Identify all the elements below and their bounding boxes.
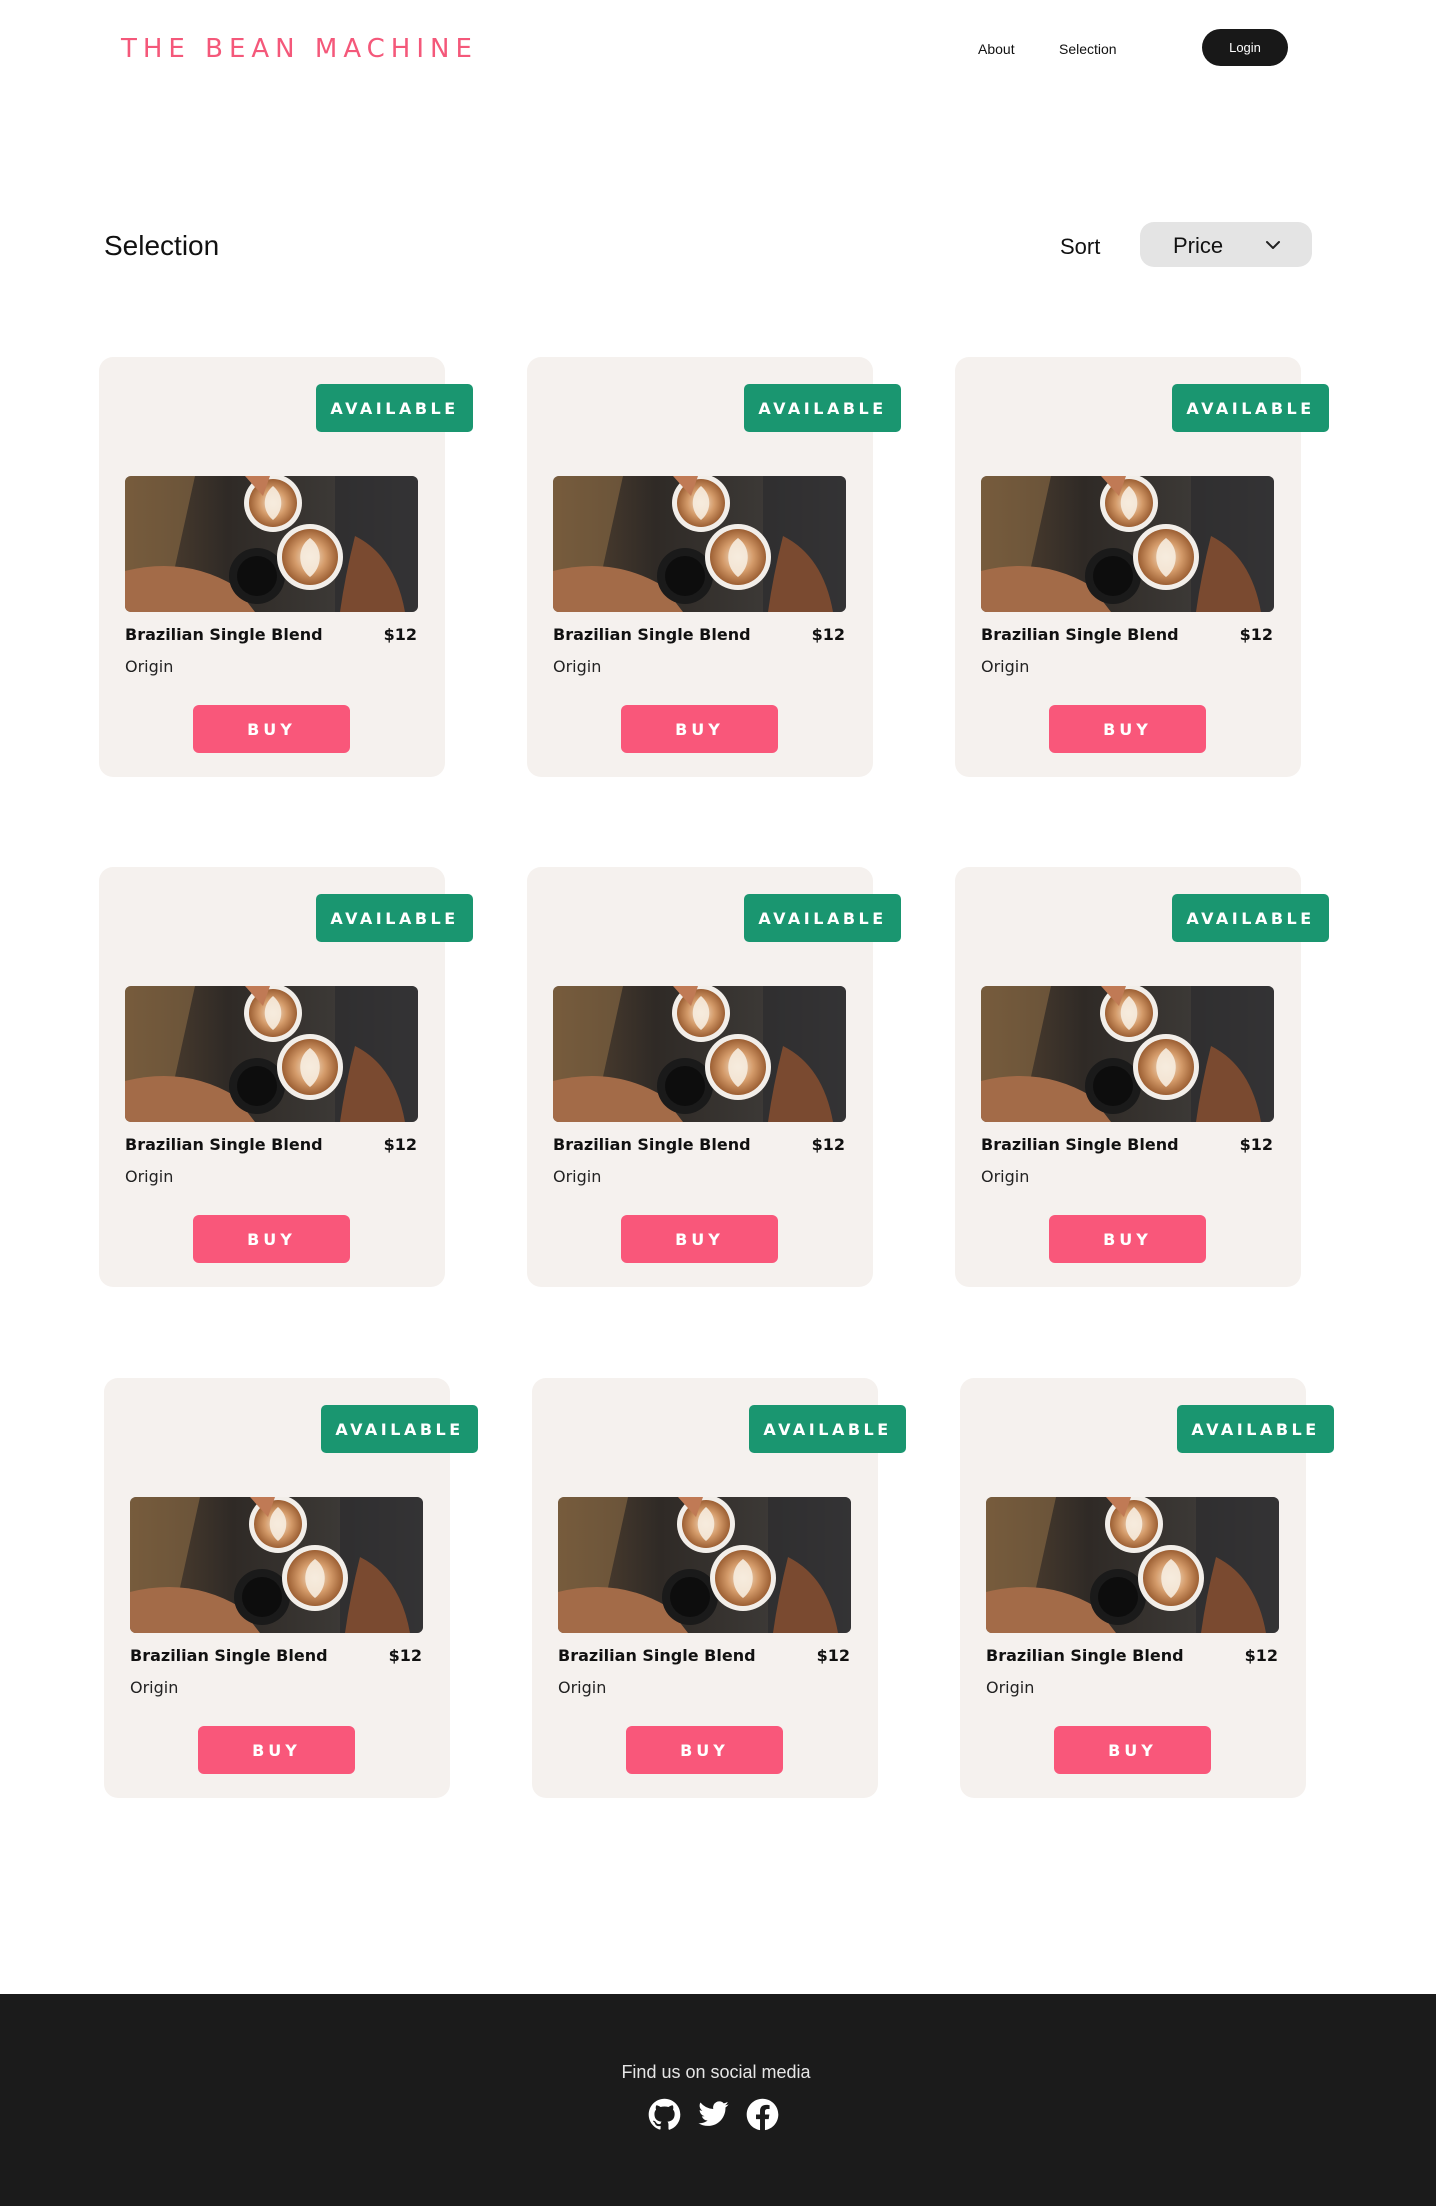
product-card: AVAILABLE Brazilian Single Blend $12 Ori… (527, 357, 901, 777)
product-image (125, 476, 418, 612)
buy-button[interactable]: BUY (193, 1215, 350, 1263)
buy-button[interactable]: BUY (1049, 705, 1206, 753)
product-card: AVAILABLE Brazilian Single Blend $12 Ori… (960, 1378, 1334, 1798)
site-footer: Find us on social media (0, 1994, 1436, 2206)
github-icon[interactable] (648, 2098, 681, 2131)
product-name: Brazilian Single Blend (981, 625, 1179, 644)
product-image (981, 476, 1274, 612)
sort-dropdown[interactable]: Price (1140, 222, 1312, 267)
availability-badge: AVAILABLE (1172, 384, 1329, 432)
availability-badge: AVAILABLE (316, 894, 473, 942)
product-image (986, 1497, 1279, 1633)
product-image (130, 1497, 423, 1633)
sort-selected-value: Price (1173, 233, 1224, 258)
product-image (125, 986, 418, 1122)
availability-badge: AVAILABLE (1172, 894, 1329, 942)
product-image (553, 476, 846, 612)
footer-social-text: Find us on social media (621, 2062, 811, 2082)
product-origin: Origin (130, 1678, 179, 1697)
availability-badge: AVAILABLE (744, 384, 901, 432)
availability-badge: AVAILABLE (1177, 1405, 1334, 1453)
buy-button[interactable]: BUY (621, 705, 778, 753)
product-price: $12 (1239, 625, 1273, 644)
buy-button[interactable]: BUY (1054, 1726, 1211, 1774)
social-links (648, 2098, 779, 2131)
product-name: Brazilian Single Blend (981, 1135, 1179, 1154)
product-origin: Origin (981, 657, 1030, 676)
buy-button[interactable]: BUY (193, 705, 350, 753)
product-price: $12 (1244, 1646, 1278, 1665)
product-origin: Origin (986, 1678, 1035, 1697)
buy-button[interactable]: BUY (198, 1726, 355, 1774)
product-name: Brazilian Single Blend (553, 1135, 751, 1154)
product-name: Brazilian Single Blend (130, 1646, 328, 1665)
availability-badge: AVAILABLE (321, 1405, 478, 1453)
availability-badge: AVAILABLE (316, 384, 473, 432)
page-title: Selection (104, 230, 220, 261)
product-card: AVAILABLE Brazilian Single Blend $12 Ori… (532, 1378, 906, 1798)
product-origin: Origin (125, 657, 174, 676)
product-origin: Origin (125, 1167, 174, 1186)
product-origin: Origin (553, 657, 602, 676)
product-card: AVAILABLE Brazilian Single Blend $12 Ori… (104, 1378, 478, 1798)
product-price: $12 (811, 625, 845, 644)
product-name: Brazilian Single Blend (553, 625, 751, 644)
product-origin: Origin (553, 1167, 602, 1186)
product-price: $12 (816, 1646, 850, 1665)
product-card: AVAILABLE Brazilian Single Blend $12 Ori… (955, 357, 1329, 777)
availability-badge: AVAILABLE (749, 1405, 906, 1453)
login-button[interactable]: Login (1202, 29, 1288, 66)
product-image (981, 986, 1274, 1122)
buy-button[interactable]: BUY (626, 1726, 783, 1774)
product-name: Brazilian Single Blend (125, 625, 323, 644)
product-card: AVAILABLE Brazilian Single Blend $12 Ori… (99, 867, 473, 1287)
facebook-icon[interactable] (746, 2098, 779, 2131)
product-origin: Origin (981, 1167, 1030, 1186)
product-card: AVAILABLE Brazilian Single Blend $12 Ori… (99, 357, 473, 777)
twitter-icon[interactable] (697, 2098, 730, 2131)
nav-link-about[interactable]: About (978, 41, 1015, 57)
product-name: Brazilian Single Blend (558, 1646, 756, 1665)
buy-button[interactable]: BUY (621, 1215, 778, 1263)
product-card: AVAILABLE Brazilian Single Blend $12 Ori… (955, 867, 1329, 1287)
product-price: $12 (383, 1135, 417, 1154)
product-image (553, 986, 846, 1122)
product-price: $12 (1239, 1135, 1273, 1154)
product-name: Brazilian Single Blend (986, 1646, 1184, 1665)
availability-badge: AVAILABLE (744, 894, 901, 942)
site-logo[interactable]: THE BEAN MACHINE (121, 34, 478, 64)
chevron-down-icon (1266, 241, 1280, 249)
product-price: $12 (383, 625, 417, 644)
sort-label: Sort (1060, 234, 1101, 259)
product-origin: Origin (558, 1678, 607, 1697)
product-card: AVAILABLE Brazilian Single Blend $12 Ori… (527, 867, 901, 1287)
product-name: Brazilian Single Blend (125, 1135, 323, 1154)
site-header: THE BEAN MACHINE About Selection Login (0, 0, 1440, 100)
buy-button[interactable]: BUY (1049, 1215, 1206, 1263)
product-price: $12 (388, 1646, 422, 1665)
nav-link-selection[interactable]: Selection (1059, 41, 1117, 57)
product-image (558, 1497, 851, 1633)
product-price: $12 (811, 1135, 845, 1154)
